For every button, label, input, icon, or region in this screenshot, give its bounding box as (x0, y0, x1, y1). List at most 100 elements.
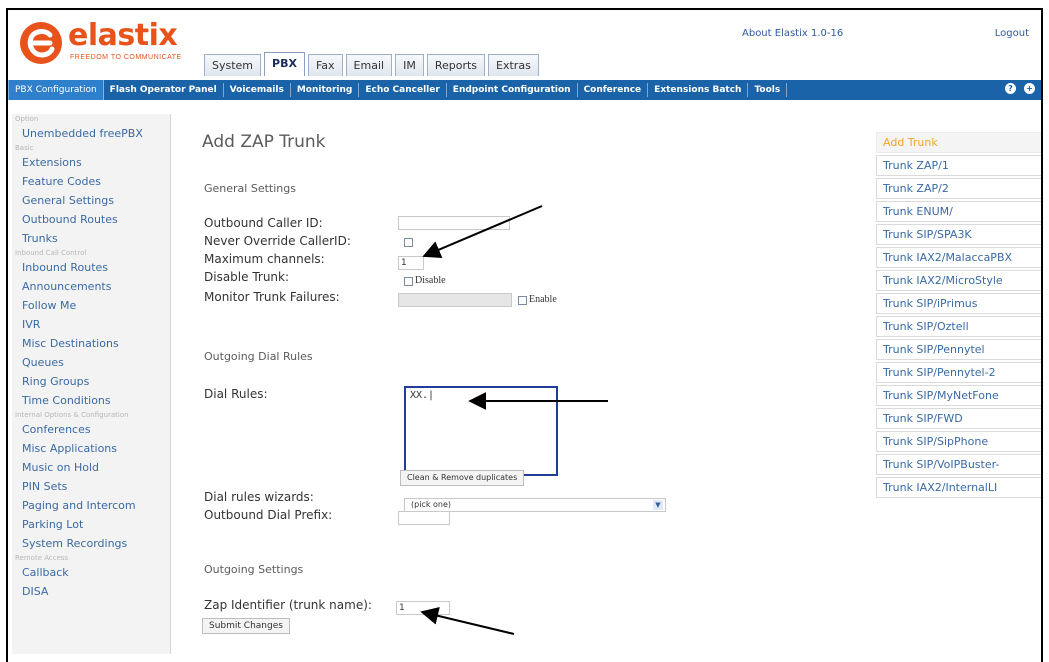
trunk-list-item[interactable]: Trunk IAX2/MicroStyle (876, 270, 1041, 291)
sidebar-item-music-on-hold[interactable]: Music on Hold (12, 458, 170, 477)
trunk-list-item[interactable]: Trunk IAX2/MalaccaPBX (876, 247, 1041, 268)
disable-trunk-label: Disable Trunk: (204, 270, 290, 284)
trunk-list-item[interactable]: Trunk SIP/SPA3K (876, 224, 1041, 245)
sidebar: Option Unembedded freePBX Basic Extensio… (12, 114, 171, 654)
enable-checkbox-label: Enable (529, 294, 557, 305)
sidebar-category-remote: Remote Access (15, 554, 69, 562)
sidebar-item-extensions[interactable]: Extensions (12, 153, 170, 172)
sidebar-item-inbound-routes[interactable]: Inbound Routes (12, 258, 170, 277)
sidebar-item-outbound-routes[interactable]: Outbound Routes (12, 210, 170, 229)
arrow-annotation (422, 205, 543, 258)
zap-identifier-input[interactable]: 1 (396, 601, 450, 615)
enable-monitor-checkbox[interactable] (518, 296, 527, 305)
sidebar-item-ivr[interactable]: IVR (12, 315, 170, 334)
trunk-list-item[interactable]: Trunk SIP/FWD (876, 408, 1041, 429)
sidebar-item-general-settings[interactable]: General Settings (12, 191, 170, 210)
dial-rules-textarea[interactable]: XX.| (404, 386, 558, 476)
tab-fax[interactable]: Fax (307, 54, 343, 76)
add-trunk-link[interactable]: Add Trunk (876, 132, 1041, 153)
monitor-trunk-failures-label: Monitor Trunk Failures: (204, 290, 340, 304)
logo-text: elastix (68, 18, 178, 53)
disable-trunk-checkbox[interactable] (404, 277, 413, 286)
trunk-list-item[interactable]: Trunk SIP/iPrimus (876, 293, 1041, 314)
sidebar-item-feature-codes[interactable]: Feature Codes (12, 172, 170, 191)
sidebar-item-queues[interactable]: Queues (12, 353, 170, 372)
tab-im[interactable]: IM (395, 54, 424, 76)
nav-pbx-configuration[interactable]: PBX Configuration (8, 80, 104, 100)
nav-conference[interactable]: Conference (578, 83, 649, 97)
submit-changes-button[interactable]: Submit Changes (202, 618, 290, 634)
trunk-list-item[interactable]: Trunk SIP/Oztell (876, 316, 1041, 337)
trunk-list-item[interactable]: Trunk SIP/Pennytel (876, 339, 1041, 360)
nav-voicemails[interactable]: Voicemails (224, 83, 291, 97)
sidebar-item-time-conditions[interactable]: Time Conditions (12, 391, 170, 410)
sidebar-category-basic: Basic (15, 144, 34, 152)
sub-nav-bar: PBX Configuration Flash Operator Panel V… (8, 80, 1041, 100)
trunk-list-item[interactable]: Trunk SIP/VoIPBuster- (876, 454, 1041, 475)
disable-checkbox-label: Disable (415, 275, 446, 286)
clean-remove-duplicates-button[interactable]: Clean & Remove duplicates (400, 470, 525, 486)
max-channels-input[interactable]: 1 (398, 256, 424, 270)
nav-extensions-batch[interactable]: Extensions Batch (648, 83, 749, 97)
sidebar-item-callback[interactable]: Callback (12, 563, 170, 582)
tab-system[interactable]: System (204, 54, 262, 76)
tab-extras[interactable]: Extras (488, 54, 539, 76)
monitor-trunk-failures-input[interactable] (398, 293, 512, 307)
tab-pbx[interactable]: PBX (264, 52, 305, 76)
zap-identifier-label: Zap Identifier (trunk name): (204, 598, 372, 612)
trunk-list-item[interactable]: Trunk ENUM/ (876, 201, 1041, 222)
never-override-callerid-label: Never Override CallerID: (204, 234, 351, 248)
dial-rules-wizards-label: Dial rules wizards: (204, 490, 314, 504)
trunk-list-panel: Add Trunk Trunk ZAP/1 Trunk ZAP/2 Trunk … (876, 132, 1041, 500)
elastix-logo: elastix FREEDOM TO COMMUNICATE (20, 18, 190, 66)
sidebar-item-follow-me[interactable]: Follow Me (12, 296, 170, 315)
sidebar-item-pin-sets[interactable]: PIN Sets (12, 477, 170, 496)
max-channels-label: Maximum channels: (204, 252, 325, 266)
sidebar-item-misc-destinations[interactable]: Misc Destinations (12, 334, 170, 353)
nav-echo-canceller[interactable]: Echo Canceller (359, 83, 447, 97)
section-outgoing-dial-rules: Outgoing Dial Rules (204, 350, 313, 363)
trunk-list-item[interactable]: Trunk SIP/MyNetFone (876, 385, 1041, 406)
trunk-list-item[interactable]: Trunk SIP/SipPhone (876, 431, 1041, 452)
nav-endpoint-configuration[interactable]: Endpoint Configuration (447, 83, 578, 97)
outbound-callerid-input[interactable] (398, 216, 510, 230)
sidebar-item-unembedded-freepbx[interactable]: Unembedded freePBX (12, 124, 170, 143)
tab-email[interactable]: Email (345, 54, 393, 76)
outbound-dial-prefix-input[interactable] (398, 511, 450, 525)
sidebar-category-internal: Internal Options & Configuration (15, 411, 129, 419)
page-title: Add ZAP Trunk (202, 132, 326, 152)
main-tabs: System PBX Fax Email IM Reports Extras (204, 52, 539, 76)
sidebar-item-parking-lot[interactable]: Parking Lot (12, 515, 170, 534)
nav-flash-operator-panel[interactable]: Flash Operator Panel (104, 83, 224, 97)
section-outgoing-settings: Outgoing Settings (204, 563, 304, 576)
sidebar-item-misc-applications[interactable]: Misc Applications (12, 439, 170, 458)
help-icon[interactable]: ? (1005, 83, 1016, 94)
nav-icons: ? + (1005, 83, 1035, 94)
section-general-settings: General Settings (204, 182, 296, 195)
sidebar-item-disa[interactable]: DISA (12, 582, 170, 601)
logout-link[interactable]: Logout (995, 28, 1029, 39)
sidebar-item-system-recordings[interactable]: System Recordings (12, 534, 170, 553)
nav-monitoring[interactable]: Monitoring (291, 83, 360, 97)
dial-rules-wizards-select[interactable]: (pick one) ▼ (404, 498, 666, 512)
never-override-callerid-checkbox[interactable] (404, 238, 413, 247)
add-icon[interactable]: + (1024, 83, 1035, 94)
sidebar-item-conferences[interactable]: Conferences (12, 420, 170, 439)
sidebar-category-inbound: Inbound Call Control (15, 249, 87, 257)
trunk-list-item[interactable]: Trunk IAX2/InternalLI (876, 477, 1041, 498)
sidebar-item-announcements[interactable]: Announcements (12, 277, 170, 296)
dial-rules-wizards-value: (pick one) (411, 500, 452, 509)
logo-mark-icon (20, 22, 62, 64)
sidebar-item-trunks[interactable]: Trunks (12, 229, 170, 248)
sidebar-category-option: Option (15, 115, 39, 123)
logo-tagline: FREEDOM TO COMMUNICATE (70, 54, 182, 61)
sidebar-item-paging-intercom[interactable]: Paging and Intercom (12, 496, 170, 515)
outbound-callerid-label: Outbound Caller ID: (204, 216, 323, 230)
trunk-list-item[interactable]: Trunk SIP/Pennytel-2 (876, 362, 1041, 383)
tab-reports[interactable]: Reports (426, 54, 486, 76)
trunk-list-item[interactable]: Trunk ZAP/1 (876, 155, 1041, 176)
trunk-list-item[interactable]: Trunk ZAP/2 (876, 178, 1041, 199)
nav-tools[interactable]: Tools (748, 83, 788, 97)
sidebar-item-ring-groups[interactable]: Ring Groups (12, 372, 170, 391)
about-link[interactable]: About Elastix 1.0-16 (742, 28, 843, 39)
